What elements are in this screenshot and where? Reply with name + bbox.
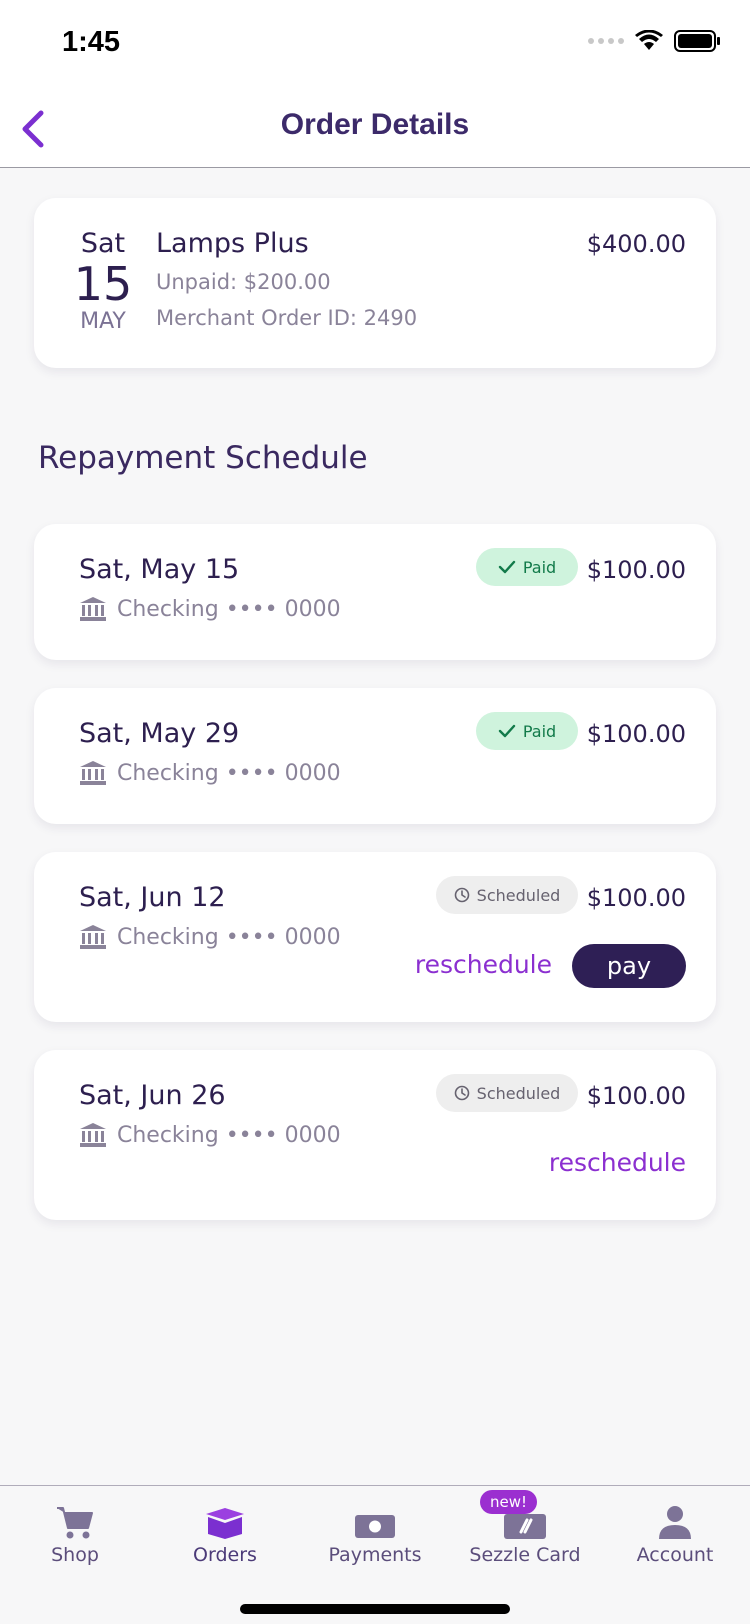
- status-badge: Paid: [476, 712, 578, 750]
- status-label: Scheduled: [476, 1083, 561, 1103]
- battery-icon: [674, 30, 720, 52]
- payment-account: Checking •••• 0000: [79, 596, 341, 622]
- box-icon: [206, 1508, 244, 1539]
- reschedule-link[interactable]: reschedule: [415, 950, 552, 979]
- order-day: 15: [73, 257, 133, 311]
- tab-label: Payments: [328, 1544, 422, 1566]
- tab-label: Account: [636, 1544, 714, 1566]
- tab-label: Shop: [51, 1544, 99, 1566]
- tab-label: Sezzle Card: [469, 1544, 581, 1566]
- reschedule-link[interactable]: reschedule: [549, 1148, 686, 1177]
- payment-amount: $100.00: [586, 1082, 686, 1110]
- status-bar: 1:45: [0, 0, 750, 90]
- pay-button[interactable]: pay: [572, 944, 686, 988]
- payment-card: Sat, Jun 12 Scheduled $100.00 Checking •…: [34, 852, 716, 1022]
- merchant-order-id: Merchant Order ID: 2490: [156, 306, 418, 330]
- navigation-bar: Order Details: [0, 90, 750, 168]
- check-icon: [498, 560, 516, 574]
- order-month: MAY: [80, 309, 126, 334]
- order-total: $400.00: [586, 230, 686, 258]
- person-icon: [659, 1506, 691, 1539]
- bank-icon: [80, 925, 106, 949]
- payment-card: Sat, May 29 Paid $100.00 Checking •••• 0…: [34, 688, 716, 824]
- cart-icon: [57, 1507, 93, 1539]
- status-badge: Scheduled: [436, 1074, 578, 1112]
- order-day-of-week: Sat: [80, 228, 126, 259]
- tab-shop[interactable]: Shop: [0, 1486, 150, 1586]
- payment-date: Sat, May 29: [79, 718, 240, 749]
- account-label: Checking •••• 0000: [117, 1122, 341, 1148]
- account-label: Checking •••• 0000: [117, 924, 341, 950]
- card-icon: [504, 1514, 546, 1539]
- status-time: 1:45: [62, 26, 121, 58]
- clock-icon: [454, 887, 469, 903]
- payment-date: Sat, Jun 26: [79, 1080, 226, 1111]
- order-date: Sat 15 MAY: [58, 228, 148, 336]
- bank-icon: [80, 597, 106, 621]
- payment-amount: $100.00: [586, 720, 686, 748]
- repayment-schedule-title: Repayment Schedule: [38, 440, 368, 476]
- status-label: Paid: [522, 557, 557, 577]
- page-title: Order Details: [280, 108, 470, 141]
- bank-icon: [80, 1123, 106, 1147]
- status-badge: Paid: [476, 548, 578, 586]
- tab-payments[interactable]: Payments: [300, 1486, 450, 1586]
- payment-amount: $100.00: [586, 556, 686, 584]
- account-label: Checking •••• 0000: [117, 760, 341, 786]
- order-summary-card: Sat 15 MAY Lamps Plus Unpaid: $200.00 Me…: [34, 198, 716, 368]
- cash-icon: [355, 1515, 395, 1538]
- status-label: Scheduled: [476, 885, 561, 905]
- clock-icon: [454, 1085, 469, 1101]
- tab-label: Orders: [193, 1544, 257, 1566]
- payment-date: Sat, May 15: [79, 554, 240, 585]
- payment-card: Sat, May 15 Paid $100.00 Checking •••• 0…: [34, 524, 716, 660]
- payment-account: Checking •••• 0000: [79, 1122, 341, 1148]
- payment-account: Checking •••• 0000: [79, 760, 341, 786]
- signal-icon: [588, 38, 624, 44]
- bank-icon: [80, 761, 106, 785]
- payment-card: Sat, Jun 26 Scheduled $100.00 Checking •…: [34, 1050, 716, 1220]
- account-label: Checking •••• 0000: [117, 596, 341, 622]
- payment-date: Sat, Jun 12: [79, 882, 226, 913]
- check-icon: [498, 724, 516, 738]
- home-indicator: [240, 1604, 510, 1614]
- status-icons: [588, 30, 720, 52]
- payment-amount: $100.00: [586, 884, 686, 912]
- status-label: Paid: [522, 721, 557, 741]
- wifi-icon: [635, 30, 663, 50]
- merchant-name: Lamps Plus: [156, 228, 309, 259]
- tab-sezzle-card[interactable]: new! Sezzle Card: [450, 1486, 600, 1586]
- status-badge: Scheduled: [436, 876, 578, 914]
- new-badge: new!: [480, 1490, 538, 1514]
- payment-account: Checking •••• 0000: [79, 924, 341, 950]
- tab-account[interactable]: Account: [600, 1486, 750, 1586]
- tab-orders[interactable]: Orders: [150, 1486, 300, 1586]
- unpaid-amount: Unpaid: $200.00: [156, 270, 331, 294]
